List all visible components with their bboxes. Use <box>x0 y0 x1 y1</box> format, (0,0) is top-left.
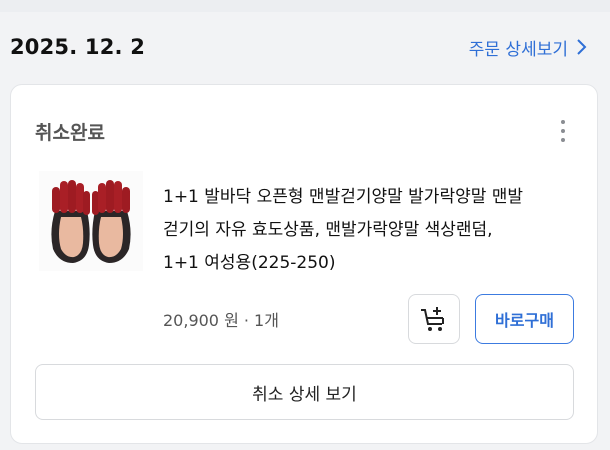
status-row: 취소완료 <box>35 117 573 145</box>
toe-socks-icon <box>51 180 131 263</box>
cancel-detail-button[interactable]: 취소 상세 보기 <box>35 364 574 420</box>
order-card: 취소완료 1+1 발바닥 오픈형 맨발걷기양말 발가락양말 맨발 걷기의 자유 … <box>10 84 598 444</box>
order-header: 2025. 12. 2 주문 상세보기 <box>0 12 610 82</box>
order-date: 2025. 12. 2 <box>10 35 146 59</box>
order-detail-link[interactable]: 주문 상세보기 <box>469 35 588 60</box>
chevron-right-icon <box>577 39 587 55</box>
product-image[interactable] <box>39 171 143 271</box>
product-name[interactable]: 1+1 발바닥 오픈형 맨발걷기양말 발가락양말 맨발 걷기의 자유 효도상품,… <box>163 181 583 280</box>
add-to-cart-button[interactable] <box>408 294 460 344</box>
order-status: 취소완료 <box>35 121 105 144</box>
buy-now-button[interactable]: 바로구매 <box>475 294 574 344</box>
top-strip <box>0 0 610 12</box>
price-quantity: 20,900 원 · 1개 <box>163 311 279 330</box>
order-detail-link-label: 주문 상세보기 <box>468 39 568 60</box>
more-options-icon[interactable] <box>553 117 573 145</box>
add-to-cart-icon <box>421 307 444 331</box>
